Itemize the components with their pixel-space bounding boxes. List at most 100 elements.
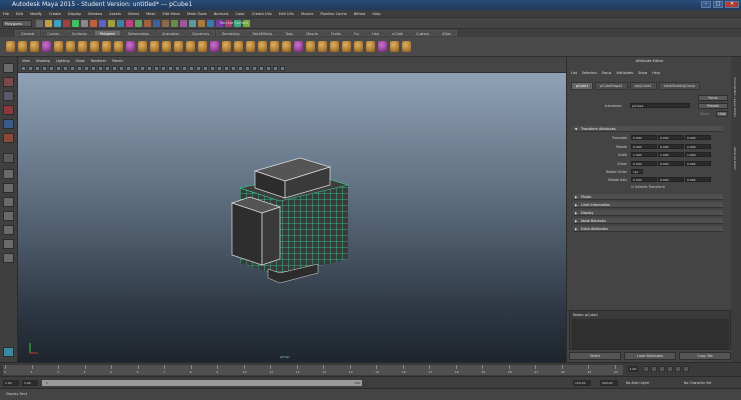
anim-start-field[interactable]: 1.00 bbox=[3, 380, 19, 386]
status-tool-icon[interactable] bbox=[162, 20, 169, 27]
viewport-menu-item[interactable]: Renderer bbox=[91, 59, 106, 63]
viewport-persp[interactable]: persp bbox=[18, 73, 566, 362]
attr-field[interactable]: 0.000 bbox=[631, 135, 657, 140]
menu-item[interactable]: Mesh bbox=[146, 12, 155, 16]
rotate-axis-y[interactable]: 0.000 bbox=[658, 177, 684, 182]
menu-item[interactable]: Edit bbox=[16, 12, 23, 16]
menu-item[interactable]: File bbox=[3, 12, 9, 16]
select-button[interactable]: Select bbox=[569, 352, 621, 360]
viewport-tool-icon[interactable] bbox=[98, 66, 103, 71]
status-tool-icon[interactable] bbox=[63, 20, 70, 27]
time-slider-track[interactable]: 1 2 3 4 5 6 7 8 9 10 11 12 13 14 15 16 17 18 19 20 21 22 23 24 bbox=[3, 365, 623, 375]
collapsed-section[interactable]: ▶ Extra Attributes bbox=[573, 226, 723, 232]
poly-shelf-icon[interactable] bbox=[366, 41, 375, 52]
shelf-tab-animation[interactable]: Animation bbox=[156, 30, 186, 36]
menu-item[interactable]: Assets bbox=[109, 12, 121, 16]
render-setup-icon[interactable] bbox=[3, 347, 14, 357]
status-tool-icon[interactable] bbox=[108, 20, 115, 27]
attr-field[interactable]: 0.000 bbox=[685, 143, 711, 149]
layout-outliner-icon[interactable] bbox=[3, 211, 14, 221]
poly-shelf-icon[interactable] bbox=[90, 41, 99, 52]
go-start-icon[interactable] bbox=[643, 366, 649, 372]
channel-box-tab[interactable]: Channel Box / Layer Editor bbox=[733, 77, 737, 117]
go-end-icon[interactable] bbox=[683, 366, 689, 372]
viewport-tool-icon[interactable] bbox=[147, 66, 152, 71]
live-surface-label[interactable]: No Live Surface bbox=[220, 21, 248, 25]
layout-hypershade-icon[interactable] bbox=[3, 239, 14, 249]
poly-shelf-icon[interactable] bbox=[114, 41, 123, 52]
menu-item[interactable]: Bifrost bbox=[354, 12, 366, 16]
viewport-tool-icon[interactable] bbox=[126, 66, 131, 71]
viewport-tool-icon[interactable] bbox=[21, 66, 26, 71]
shelf-tab-fluids[interactable]: Fluids bbox=[324, 30, 347, 36]
viewport-menu-item[interactable]: Show bbox=[76, 59, 85, 63]
ae-tab[interactable]: initialShadingGroup bbox=[658, 82, 700, 90]
status-tool-icon[interactable] bbox=[180, 20, 187, 27]
paint-select-icon[interactable] bbox=[3, 91, 14, 101]
viewport-tool-icon[interactable] bbox=[140, 66, 145, 71]
ae-tab[interactable]: polyCube1 bbox=[629, 82, 657, 90]
poly-shelf-icon[interactable] bbox=[294, 41, 303, 52]
shelf-tab-xgen[interactable]: XGen bbox=[436, 30, 458, 36]
poly-shelf-icon[interactable] bbox=[198, 41, 207, 52]
attr-field[interactable]: 1.000 bbox=[631, 152, 657, 157]
viewport-tool-icon[interactable] bbox=[112, 66, 117, 71]
menu-item[interactable]: Edit UVs bbox=[279, 12, 294, 16]
poly-shelf-icon[interactable] bbox=[342, 41, 351, 52]
collapsed-section[interactable]: ▶ Pivots bbox=[573, 194, 723, 200]
close-button[interactable]: ✕ bbox=[725, 1, 739, 8]
shelf-tab-deformation[interactable]: Deformation bbox=[121, 30, 156, 36]
viewport-tool-icon[interactable] bbox=[231, 66, 236, 71]
shelf-tab-polygons[interactable]: Polygons bbox=[93, 30, 121, 36]
poly-shelf-icon[interactable] bbox=[270, 41, 279, 52]
poly-shelf-icon[interactable] bbox=[354, 41, 363, 52]
last-tool-icon[interactable] bbox=[3, 153, 14, 163]
poly-shelf-icon[interactable] bbox=[126, 41, 135, 52]
viewport-tool-icon[interactable] bbox=[119, 66, 124, 71]
menu-item[interactable]: Edit Mesh bbox=[163, 12, 181, 16]
viewport-menu-item[interactable]: Lighting bbox=[56, 59, 70, 63]
step-back-icon[interactable] bbox=[651, 366, 657, 372]
viewport-tool-icon[interactable] bbox=[252, 66, 257, 71]
status-tool-icon[interactable] bbox=[45, 20, 52, 27]
poly-shelf-icon[interactable] bbox=[402, 41, 411, 52]
status-tool-icon[interactable] bbox=[198, 20, 205, 27]
attr-field[interactable]: 1.000 bbox=[658, 152, 684, 157]
viewport-tool-icon[interactable] bbox=[105, 66, 110, 71]
menu-item[interactable]: Create UVs bbox=[252, 12, 272, 16]
viewport-tool-icon[interactable] bbox=[182, 66, 187, 71]
menu-item[interactable]: Select bbox=[128, 12, 139, 16]
shelf-tab-curves[interactable]: Curves bbox=[41, 30, 66, 36]
viewport-tool-icon[interactable] bbox=[217, 66, 222, 71]
focus-button[interactable]: Focus bbox=[698, 95, 728, 101]
shelf-tab-painteffects[interactable]: PaintEffects bbox=[246, 30, 279, 36]
attr-field[interactable]: 0.000 bbox=[658, 160, 684, 166]
viewport-tool-icon[interactable] bbox=[224, 66, 229, 71]
scale-tool-icon[interactable] bbox=[3, 133, 14, 143]
viewport-tool-icon[interactable] bbox=[49, 66, 54, 71]
play-forward-icon[interactable] bbox=[667, 366, 673, 372]
menu-item[interactable]: Mesh Tools bbox=[187, 12, 206, 16]
attr-field[interactable]: 0.000 bbox=[658, 143, 684, 149]
menu-item[interactable]: Pipeline Cache bbox=[320, 12, 346, 16]
load-attributes-button[interactable]: Load Attributes bbox=[624, 352, 676, 360]
anim-layer-label[interactable]: No Anim Layer bbox=[626, 380, 649, 386]
viewport-tool-icon[interactable] bbox=[77, 66, 82, 71]
viewport-tool-icon[interactable] bbox=[42, 66, 47, 71]
transform-name-field[interactable]: pCube1 bbox=[630, 103, 690, 108]
shelf-tab-ncloth[interactable]: nCloth bbox=[386, 30, 410, 36]
menu-set-dropdown[interactable]: Polygons bbox=[2, 20, 32, 27]
poly-shelf-icon[interactable] bbox=[54, 41, 63, 52]
viewport-menu-item[interactable]: View bbox=[22, 59, 30, 63]
collapsed-section[interactable]: ▶ Limit Information bbox=[573, 202, 723, 208]
viewport-menu-item[interactable]: Shading bbox=[36, 59, 50, 63]
poly-shelf-icon[interactable] bbox=[162, 41, 171, 52]
move-tool-icon[interactable] bbox=[3, 105, 14, 115]
attr-field[interactable]: 0.000 bbox=[685, 135, 711, 140]
playback-end-field[interactable]: 120.00 bbox=[573, 380, 591, 386]
range-bar[interactable]: 1 120 bbox=[42, 380, 362, 386]
rotate-tool-icon[interactable] bbox=[3, 119, 14, 129]
poly-shelf-icon[interactable] bbox=[42, 41, 51, 52]
status-tool-icon[interactable] bbox=[72, 20, 79, 27]
layout-single-icon[interactable] bbox=[3, 169, 14, 179]
